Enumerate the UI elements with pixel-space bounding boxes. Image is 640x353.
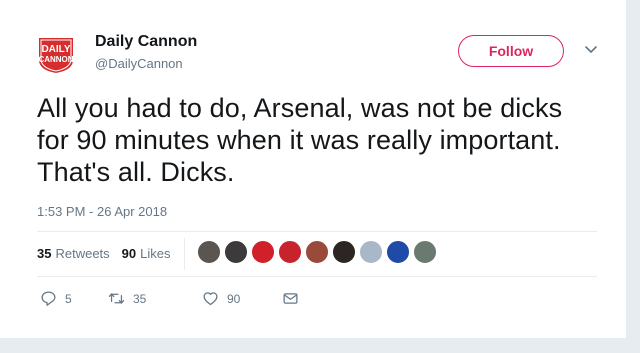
liker-avatar[interactable] [278,240,302,264]
avatar[interactable]: DAILY CANNON [36,34,76,74]
liker-avatar[interactable] [413,240,437,264]
page-background [0,338,640,353]
tweet-actions: 5 35 90 [40,290,299,307]
divider [37,231,597,232]
likes-count: 90 [121,246,137,261]
daily-cannon-logo: DAILY CANNON [38,38,74,73]
reply-count: 5 [65,291,72,306]
liker-avatar[interactable] [332,240,356,264]
logo-text-line2: CANNON [38,55,73,64]
liker-avatar[interactable] [386,240,410,264]
liker-avatar[interactable] [305,240,329,264]
envelope-icon [283,293,298,304]
tweet-text: All you had to do, Arsenal, was not be d… [37,93,563,187]
direct-message-button[interactable] [282,290,299,307]
liker-avatar[interactable] [251,240,275,264]
logo-text-line1: DAILY [41,44,70,55]
display-name[interactable]: Daily Cannon [95,33,197,51]
retweets-stat[interactable]: 35 Retweets [37,246,110,261]
chevron-down-icon[interactable] [584,43,598,57]
retweet-button[interactable]: 35 [108,290,202,307]
like-count: 90 [227,291,241,306]
stats-separator [184,238,185,270]
like-button[interactable]: 90 [202,290,282,307]
liker-avatar[interactable] [224,240,248,264]
retweet-count: 35 [133,291,147,306]
reply-button[interactable]: 5 [40,290,108,307]
likes-stat[interactable]: 90 Likes [122,246,171,261]
tweet-stats: 35 Retweets 90 Likes [37,246,171,261]
tweet-timestamp[interactable]: 1:53 PM - 26 Apr 2018 [37,204,167,219]
likes-label: Likes [140,246,171,261]
divider [37,276,597,277]
retweet-icon [108,293,125,304]
follow-button[interactable]: Follow [458,35,564,67]
user-handle[interactable]: @DailyCannon [95,56,183,71]
heart-icon [203,292,218,306]
retweets-label: Retweets [55,246,110,261]
reply-icon [41,291,56,306]
liker-avatars [197,240,440,264]
retweets-count: 35 [37,246,52,261]
liker-avatar[interactable] [359,240,383,264]
tweet-card: DAILY CANNON Daily Cannon @DailyCannon F… [0,0,627,338]
liker-avatar[interactable] [197,240,221,264]
